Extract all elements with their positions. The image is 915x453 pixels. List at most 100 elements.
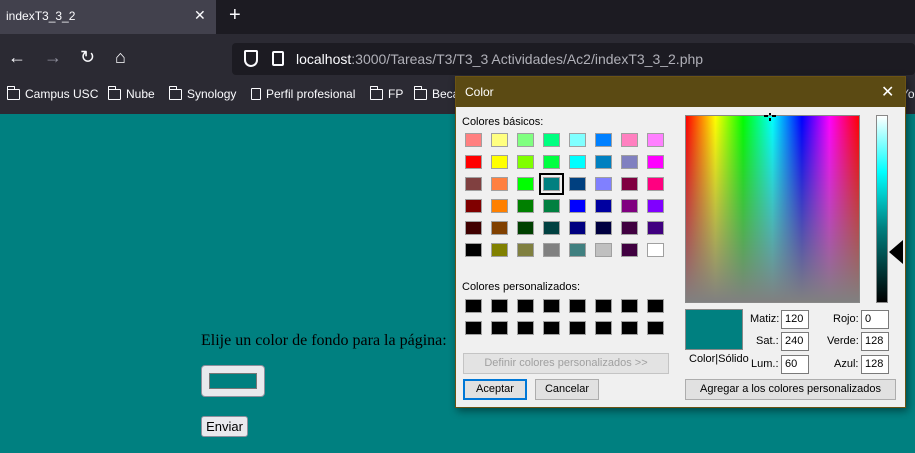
sat-field[interactable]: 240 — [781, 332, 809, 351]
add-custom-color-button[interactable]: Agregar a los colores personalizados — [685, 379, 896, 400]
basic-color-swatch[interactable] — [465, 177, 482, 191]
custom-color-swatch[interactable] — [491, 299, 508, 313]
blue-field[interactable]: 128 — [861, 355, 889, 374]
basic-color-swatch[interactable] — [543, 199, 560, 213]
new-tab-button[interactable]: + — [229, 4, 241, 27]
basic-color-swatch[interactable] — [491, 243, 508, 257]
basic-color-swatch[interactable] — [569, 243, 586, 257]
folder-icon — [413, 85, 427, 100]
bookmark-fp[interactable]: FP — [369, 85, 404, 101]
basic-color-swatch[interactable] — [491, 199, 508, 213]
basic-color-swatch[interactable] — [621, 155, 638, 169]
tab-active[interactable]: indexT3_3_2 ✕ — [0, 0, 216, 34]
basic-color-swatch[interactable] — [621, 177, 638, 191]
tab-close-icon[interactable]: ✕ — [194, 7, 206, 24]
basic-color-swatch[interactable] — [539, 173, 564, 195]
basic-color-swatch[interactable] — [595, 243, 612, 257]
custom-color-swatch[interactable] — [595, 321, 612, 335]
custom-color-swatch[interactable] — [569, 321, 586, 335]
basic-color-swatch[interactable] — [647, 199, 664, 213]
page-info-icon[interactable] — [272, 51, 284, 66]
custom-color-swatch[interactable] — [621, 321, 638, 335]
basic-color-swatch[interactable] — [465, 133, 482, 147]
close-icon[interactable]: ✕ — [881, 82, 894, 102]
custom-color-swatch[interactable] — [621, 299, 638, 313]
custom-color-swatch[interactable] — [595, 299, 612, 313]
basic-color-swatch[interactable] — [465, 199, 482, 213]
basic-color-swatch[interactable] — [543, 221, 560, 235]
basic-color-swatch[interactable] — [465, 155, 482, 169]
custom-color-swatch[interactable] — [647, 299, 664, 313]
shield-icon[interactable] — [244, 50, 258, 67]
basic-color-swatch[interactable] — [621, 243, 638, 257]
green-field[interactable]: 128 — [861, 332, 889, 351]
luminance-slider[interactable] — [876, 115, 888, 303]
basic-color-swatch[interactable] — [621, 199, 638, 213]
basic-color-swatch[interactable] — [491, 221, 508, 235]
basic-color-swatch[interactable] — [569, 199, 586, 213]
basic-color-swatch[interactable] — [543, 155, 560, 169]
bookmark-label: FP — [388, 87, 404, 101]
basic-color-swatch[interactable] — [595, 133, 612, 147]
custom-color-swatch[interactable] — [517, 321, 534, 335]
basic-color-swatch[interactable] — [517, 155, 534, 169]
red-field[interactable]: 0 — [861, 310, 889, 329]
basic-color-swatch[interactable] — [491, 155, 508, 169]
color-spectrum[interactable] — [685, 115, 860, 303]
custom-color-swatch[interactable] — [491, 321, 508, 335]
basic-color-swatch[interactable] — [465, 243, 482, 257]
custom-color-swatch[interactable] — [647, 321, 664, 335]
home-icon[interactable]: ⌂ — [115, 47, 126, 67]
basic-color-swatch[interactable] — [595, 221, 612, 235]
basic-color-swatch[interactable] — [621, 221, 638, 235]
basic-color-swatch[interactable] — [647, 177, 664, 191]
bookmark-beca[interactable]: Beca — [413, 85, 459, 101]
basic-color-swatch[interactable] — [517, 177, 534, 191]
basic-color-swatch[interactable] — [647, 243, 664, 257]
dialog-title-bar[interactable]: Color ✕ — [456, 77, 905, 107]
luminance-arrow-icon[interactable] — [889, 240, 903, 264]
address-bar[interactable]: localhost:3000/Tareas/T3/T3_3 Actividade… — [232, 43, 915, 75]
basic-color-swatch[interactable] — [569, 221, 586, 235]
custom-color-swatch[interactable] — [465, 321, 482, 335]
submit-button[interactable]: Enviar — [201, 416, 248, 437]
bookmark-nube[interactable]: Nube — [107, 85, 155, 101]
basic-color-swatch[interactable] — [569, 155, 586, 169]
basic-color-swatch[interactable] — [491, 177, 508, 191]
basic-color-swatch[interactable] — [491, 133, 508, 147]
basic-color-swatch[interactable] — [569, 177, 586, 191]
basic-color-swatch[interactable] — [517, 221, 534, 235]
reload-icon[interactable]: ↻ — [80, 47, 95, 67]
accept-button[interactable]: Aceptar — [463, 379, 527, 400]
basic-color-swatch[interactable] — [543, 133, 560, 147]
url-text[interactable]: localhost:3000/Tareas/T3/T3_3 Actividade… — [296, 51, 703, 67]
hue-field[interactable]: 120 — [781, 310, 809, 329]
basic-color-swatch[interactable] — [569, 133, 586, 147]
custom-color-swatch[interactable] — [465, 299, 482, 313]
basic-color-swatch[interactable] — [517, 133, 534, 147]
basic-color-swatch[interactable] — [647, 133, 664, 147]
back-icon[interactable]: ← — [8, 47, 26, 67]
custom-color-swatch[interactable] — [543, 299, 560, 313]
basic-color-swatch[interactable] — [595, 177, 612, 191]
basic-color-swatch[interactable] — [621, 133, 638, 147]
custom-color-swatch[interactable] — [543, 321, 560, 335]
bookmark-synology[interactable]: Synology — [168, 85, 236, 101]
basic-color-swatch[interactable] — [595, 155, 612, 169]
cancel-button[interactable]: Cancelar — [535, 379, 599, 400]
lum-field[interactable]: 60 — [781, 355, 809, 374]
define-custom-colors-button[interactable]: Definir colores personalizados >> — [463, 353, 669, 374]
basic-color-swatch[interactable] — [647, 221, 664, 235]
basic-color-swatch[interactable] — [465, 221, 482, 235]
bookmark-perfil-profesional[interactable]: Perfil profesional — [251, 87, 355, 101]
basic-color-swatch[interactable] — [595, 199, 612, 213]
bookmark-campus-usc[interactable]: Campus USC — [6, 85, 98, 101]
basic-color-swatch[interactable] — [517, 199, 534, 213]
basic-color-swatch[interactable] — [543, 243, 560, 257]
basic-color-swatch[interactable] — [647, 155, 664, 169]
custom-color-swatch[interactable] — [569, 299, 586, 313]
custom-color-swatch[interactable] — [517, 299, 534, 313]
basic-color-swatch[interactable] — [517, 243, 534, 257]
forward-icon[interactable]: → — [44, 47, 62, 67]
color-picker-input[interactable] — [201, 365, 265, 397]
